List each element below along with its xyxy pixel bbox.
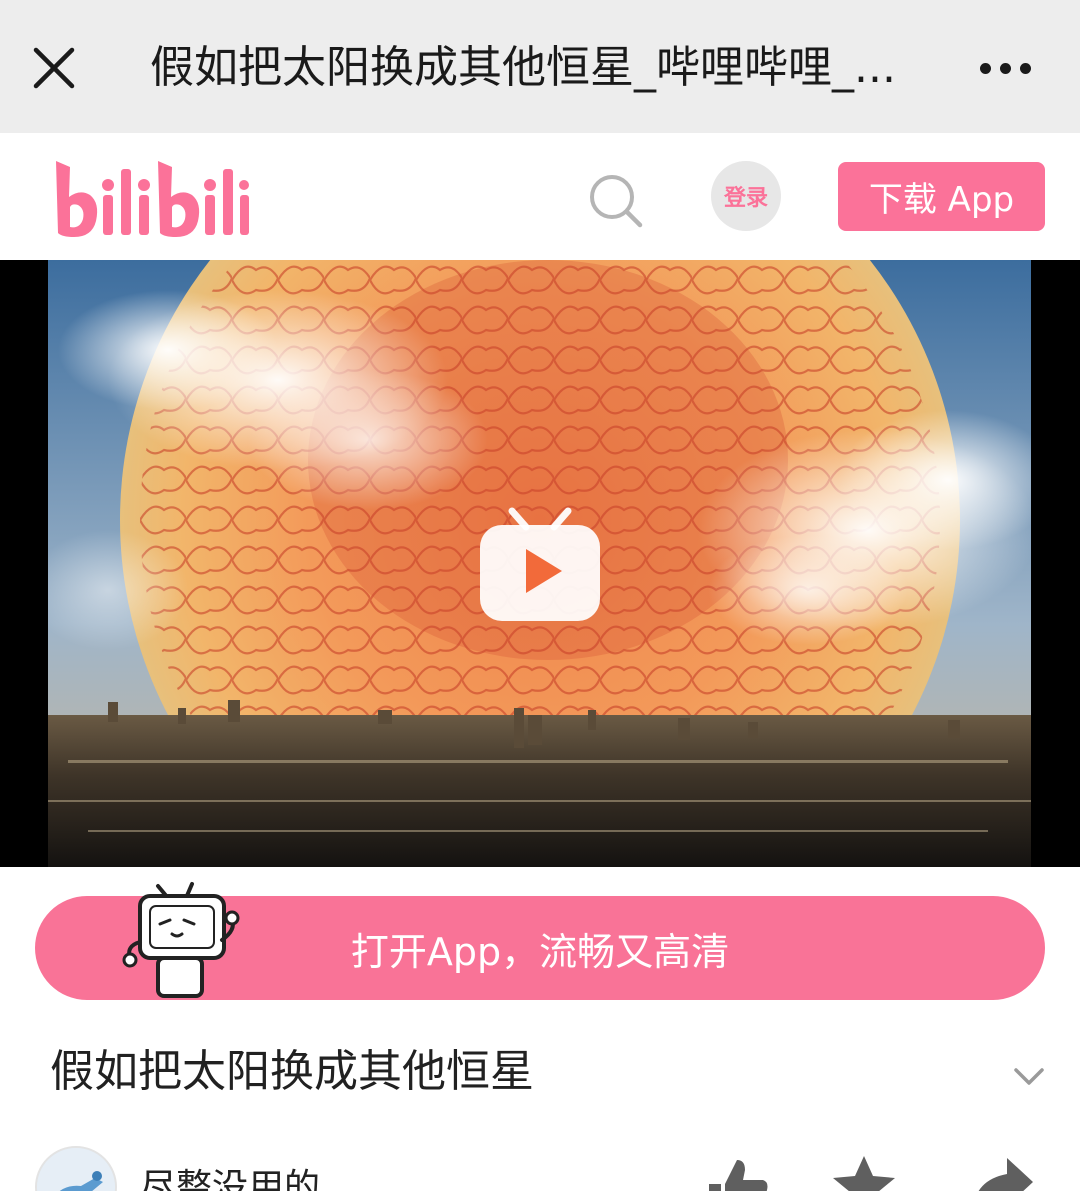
share-icon[interactable] [969,1154,1035,1191]
close-button[interactable] [22,36,86,100]
bilibili-logo-icon [56,161,249,237]
login-button[interactable]: 登录 [711,161,781,231]
more-icon-dot [1019,62,1031,74]
webview-title-bar: 假如把太阳换成其他恒星_哔哩哔哩_... [0,0,1080,133]
coin-icon[interactable] [831,1154,897,1191]
download-app-button[interactable]: 下载 App [838,162,1045,231]
close-icon [33,47,75,89]
site-header: 登录 下载 App [0,133,1080,260]
uploader-row: 尽整没用的 [35,1146,1045,1191]
page-title: 假如把太阳换成其他恒星_哔哩哔哩_... [150,42,896,93]
more-icon-dot [999,62,1011,74]
avatar-image [37,1148,115,1191]
search-button[interactable] [584,169,648,233]
chevron-down-icon[interactable] [1008,1060,1050,1094]
mascot-icon [122,882,240,998]
avatar[interactable] [35,1146,117,1191]
uploader-name[interactable]: 尽整没用的 [140,1158,320,1191]
bilibili-logo[interactable] [50,149,250,245]
video-title: 假如把太阳换成其他恒星 [50,1046,534,1097]
like-icon[interactable] [703,1154,769,1191]
more-options-button[interactable] [970,40,1040,96]
video-player[interactable] [0,260,1080,867]
more-icon [979,62,991,74]
play-icon[interactable] [476,505,604,625]
search-icon [590,175,643,228]
